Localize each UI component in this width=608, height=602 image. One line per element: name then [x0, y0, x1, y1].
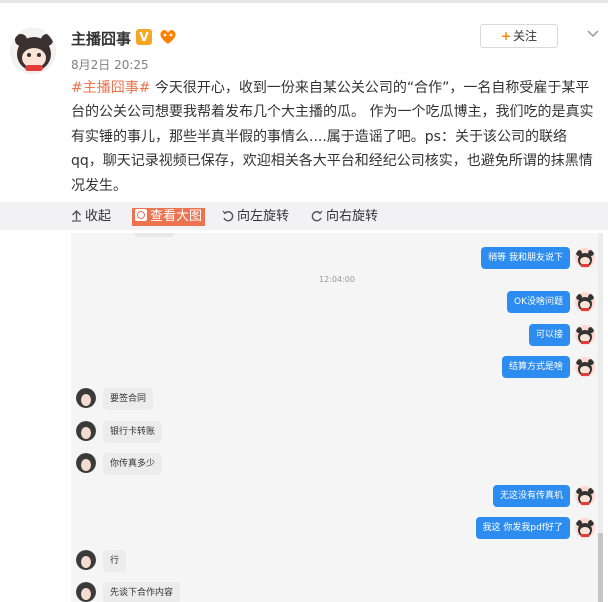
collapse-icon [72, 210, 81, 222]
rotate-right-label: 向右旋转 [326, 209, 379, 224]
chat-message: 你传真多少 [103, 453, 163, 475]
chat-message: 结算方式是啥 [501, 356, 570, 378]
chevron-down-icon[interactable] [586, 26, 600, 40]
view-large-label: 查看大图 [150, 209, 203, 224]
chat-message: 无这没有传真机 [492, 485, 570, 507]
post-body: 今天很开心，收到一份来自某公关公司的“合作”，一名自称受雇于某平台的公关公司想要… [71, 80, 594, 194]
contact-avatar [76, 421, 96, 441]
rotate-left-label: 向左旋转 [237, 209, 290, 224]
chat-message: 银行卡转账 [103, 421, 163, 443]
contact-avatar [76, 582, 96, 602]
fan-badge-icon [158, 28, 178, 46]
sender-avatar [575, 325, 595, 345]
chat-message: 我这 你发我pdf好了 [475, 517, 570, 539]
chat-message: 要签合同 [103, 388, 154, 410]
chat-message: 先谈下合作内容 [103, 582, 181, 602]
magnifier-icon [135, 209, 147, 221]
rotate-left-button[interactable]: 向左旋转 [222, 208, 289, 226]
post-text: #主播囧事# 今天很开心，收到一份来自某公关公司的“合作”，一名自称受雇于某平台… [71, 76, 597, 198]
sender-avatar [575, 248, 595, 268]
chat-time-label: 12:04:00 [319, 275, 355, 284]
top-divider [0, 0, 608, 3]
verified-badge-icon: V [136, 29, 152, 45]
contact-avatar [76, 550, 96, 570]
collapse-label: 收起 [85, 209, 112, 224]
plus-icon: + [500, 29, 512, 43]
username[interactable]: 主播囧事 [71, 28, 131, 49]
chat-message: 可以接 [528, 324, 570, 346]
post-timestamp[interactable]: 8月2日 20:25 [71, 56, 149, 73]
chat-screenshot-image[interactable]: 12:04:00 稍等 我和朋友说下 OK没啥问题 可以接 结算方式是啥 要签合… [71, 233, 603, 602]
chat-scroll-thumb[interactable] [598, 533, 603, 602]
sender-avatar [575, 486, 595, 506]
follow-button[interactable]: + 关注 [480, 24, 558, 48]
contact-avatar [76, 388, 96, 408]
sender-avatar [575, 292, 595, 312]
rotate-right-icon [311, 210, 323, 222]
contact-avatar [76, 453, 96, 473]
chat-message: OK没啥问题 [507, 291, 570, 313]
chat-message: 行 [103, 550, 127, 572]
partial-message-bubble [134, 233, 174, 237]
collapse-button[interactable]: 收起 [71, 208, 111, 226]
sender-avatar [575, 518, 595, 538]
follow-label: 关注 [513, 29, 538, 43]
user-avatar[interactable] [10, 28, 56, 74]
view-large-button[interactable]: 查看大图 [132, 208, 206, 226]
hashtag-link[interactable]: #主播囧事# [71, 80, 150, 96]
rotate-right-button[interactable]: 向右旋转 [311, 208, 378, 226]
rotate-left-icon [222, 210, 234, 222]
chat-message: 稍等 我和朋友说下 [481, 247, 570, 269]
image-toolbar: 收起 查看大图 向左旋转 向右旋转 [0, 202, 608, 230]
sender-avatar [575, 357, 595, 377]
